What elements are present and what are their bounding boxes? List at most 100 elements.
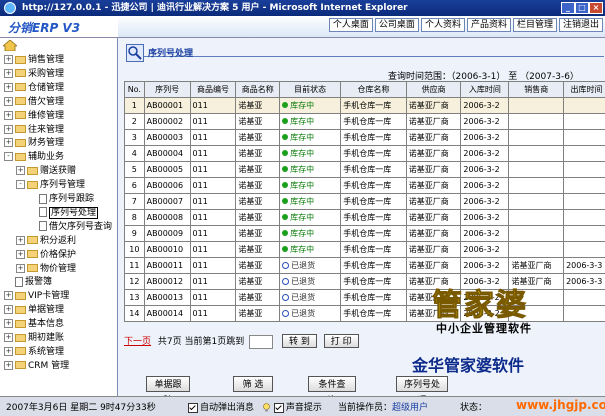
column-header[interactable]: 商品名称 [235,81,281,98]
expand-icon[interactable]: + [16,249,25,259]
sidebar-item-3[interactable]: + 借欠管理 [4,96,64,109]
column-header[interactable]: 目前状态 [279,81,342,98]
table-row[interactable]: 5 AB00005 011 诺基亚 库存中 手机仓库一库 诺基亚厂商 2006-3-2 [124,161,605,178]
expand-icon[interactable]: + [4,346,13,356]
sidebar-item-12[interactable]: 借欠序列号查询 [28,221,112,234]
expand-icon[interactable]: + [4,333,13,342]
sidebar-item-9[interactable]: - 序列号管理 [16,179,85,192]
expand-icon[interactable]: + [4,291,13,301]
auto-popup-checkbox[interactable] [188,402,198,413]
table-row[interactable]: 4 AB00004 011 诺基亚 库存中 手机仓库一库 诺基亚厂商 2006-3-2 [124,145,605,162]
column-header[interactable]: 出库时间 [563,81,605,98]
table-row[interactable]: 8 AB00008 011 诺基亚 库存中 手机仓库一库 诺基亚厂商 2006-3-2 [124,209,605,226]
top-nav-link-3[interactable]: 产品资料 [466,18,511,32]
expand-icon[interactable]: + [4,82,13,92]
expand-icon[interactable]: + [4,68,13,78]
sidebar-item-0[interactable]: + 销售管理 [4,54,64,67]
expand-icon[interactable]: + [4,138,13,148]
minimize-icon[interactable]: _ [561,2,575,14]
table-row[interactable]: 3 AB00003 011 诺基亚 库存中 手机仓库一库 诺基亚厂商 2006-3-2 [124,129,605,146]
sidebar-item-16[interactable]: 报警簿 [4,276,52,289]
sidebar-item-4[interactable]: + 维修管理 [4,110,64,123]
sidebar-item-8[interactable]: + 赠送获赠 [16,165,76,178]
sidebar-item-21[interactable]: + 系统管理 [4,346,64,359]
doc-track-button[interactable]: 单据跟踪 [146,376,190,392]
table-row[interactable]: 6 AB00006 011 诺基亚 库存中 手机仓库一库 诺基亚厂商 2006-3-2 [124,177,605,194]
sidebar-item-1[interactable]: + 采购管理 [4,68,64,81]
column-header[interactable]: 商品编号 [189,81,237,98]
column-header[interactable]: 仓库名称 [340,81,407,98]
column-header[interactable]: 供应商 [405,81,462,98]
table-row[interactable]: 1 AB00001 011 诺基亚 库存中 手机仓库一库 诺基亚厂商 2006-3-2 [124,97,605,114]
column-header[interactable]: 销售商 [508,81,565,98]
table-body: 1 AB00001 011 诺基亚 库存中 手机仓库一库 诺基亚厂商 2006-3-2 2 AB0… [124,97,605,322]
sidebar-item-17[interactable]: + VIP卡管理 [4,290,69,303]
expand-icon[interactable]: + [4,55,13,64]
column-header[interactable]: 序列号 [143,81,191,98]
column-header[interactable]: No. [124,81,145,98]
table-row[interactable]: 12 AB00012 011 诺基亚 已退货 手机仓库一库 诺基亚厂商 2006-3-2 诺基亚… [124,273,605,290]
sidebar-item-11[interactable]: 序列号处理 [28,206,99,220]
table-cell: 011 [189,113,237,130]
goto-button[interactable]: 转 到 [281,334,317,348]
condition-query-button[interactable]: 条件查询 [308,376,356,392]
table-row[interactable]: 14 AB00014 011 诺基亚 已退货 手机仓库一库 诺基亚厂商 2006-3-2 [124,305,605,322]
sidebar-item-22[interactable]: + CRM 管理 [4,360,69,373]
operator-name: 超级用户 [392,403,429,413]
sidebar-item-6[interactable]: + 财务管理 [4,137,64,150]
print-button[interactable]: 打 印 [323,334,359,348]
table-cell: AB00013 [143,289,191,306]
window-title-bar: http://127.0.0.1 - 迅捷公司 | 迪讯行业解决方案 5 用户 … [0,0,605,16]
status-text: 库存中 [290,244,315,254]
sound-toggle[interactable]: 声音提示 [262,400,322,413]
table-row[interactable]: 13 AB00013 011 诺基亚 已退货 手机仓库一库 诺基亚厂商 2006-3-2 [124,289,605,306]
sidebar-item-7[interactable]: - 辅助业务 [4,151,64,164]
expand-icon[interactable]: + [4,360,13,370]
top-nav-link-1[interactable]: 公司桌面 [374,18,419,32]
next-page-link[interactable]: 下一页 [124,337,151,347]
column-header[interactable]: 入库时间 [460,81,510,98]
table-row[interactable]: 9 AB00009 011 诺基亚 库存中 手机仓库一库 诺基亚厂商 2006-3-2 [124,225,605,242]
expand-icon[interactable]: + [4,124,13,134]
sidebar-item-label: 积分返利 [40,235,77,246]
auto-popup-toggle[interactable]: 自动弹出消息 [188,400,254,413]
top-nav-link-5[interactable]: 注销退出 [558,18,603,32]
sidebar-item-10[interactable]: 序列号跟踪 [28,193,94,206]
home-icon[interactable] [3,40,17,51]
maximize-icon[interactable]: □ [575,2,589,14]
expand-icon[interactable]: + [16,263,25,273]
page-number-input[interactable] [249,334,274,349]
sidebar-item-14[interactable]: + 价格保护 [16,249,76,262]
table-row[interactable]: 7 AB00007 011 诺基亚 库存中 手机仓库一库 诺基亚厂商 2006-3-2 [124,193,605,210]
table-row[interactable]: 2 AB00002 011 诺基亚 库存中 手机仓库一库 诺基亚厂商 2006-3-2 [124,113,605,130]
collapse-icon[interactable]: - [4,152,13,162]
table-cell: 手机仓库一库 [340,289,407,306]
sidebar-item-5[interactable]: + 往来管理 [4,124,64,137]
table-row[interactable]: 10 AB00010 011 诺基亚 库存中 手机仓库一库 诺基亚厂商 2006-3-2 [124,241,605,258]
expand-icon[interactable]: + [4,305,13,315]
expand-icon[interactable]: + [4,110,13,120]
top-nav-link-4[interactable]: 栏目管理 [512,18,557,32]
table-row[interactable]: 11 AB00011 011 诺基亚 已退货 手机仓库一库 诺基亚厂商 2006-3-2 诺基亚… [124,257,605,274]
table-cell: 诺基亚 [235,177,281,194]
sidebar-item-15[interactable]: + 物价管理 [16,263,76,276]
sound-checkbox[interactable] [273,402,284,413]
sidebar-item-20[interactable]: + 期初建账 [4,332,64,345]
sidebar-item-19[interactable]: + 基本信息 [4,318,64,331]
close-icon[interactable]: × [589,2,603,14]
filter-button[interactable]: 筛 选 [233,376,273,392]
top-nav-link-0[interactable]: 个人桌面 [328,18,373,32]
sidebar-item-18[interactable]: + 单据管理 [4,304,64,317]
expand-icon[interactable]: + [16,235,25,245]
folder-icon [15,97,26,106]
collapse-icon[interactable]: - [16,180,25,190]
sidebar-item-2[interactable]: + 仓储管理 [4,82,64,95]
expand-icon[interactable]: + [4,319,13,329]
sidebar-item-13[interactable]: + 积分返利 [16,235,76,248]
expand-icon[interactable]: + [4,96,13,106]
folder-icon [15,125,26,133]
top-nav-link-2[interactable]: 个人资料 [420,18,465,32]
expand-icon[interactable]: + [16,166,25,176]
table-cell [508,145,565,162]
serial-process-button[interactable]: 序列号处理 [396,376,448,392]
